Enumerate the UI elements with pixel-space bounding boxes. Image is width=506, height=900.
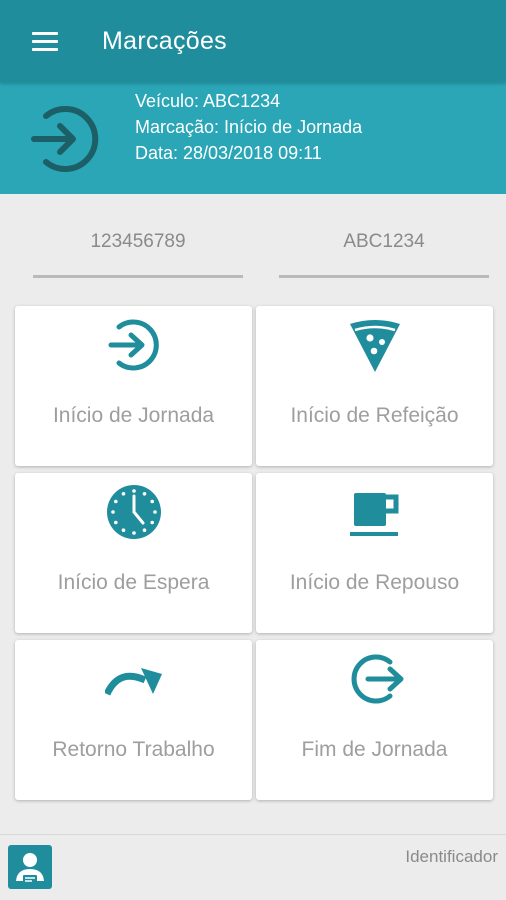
coffee-cup-icon: [349, 493, 398, 536]
footer-bar: Identificador: [0, 834, 506, 900]
clock-icon: [106, 485, 161, 539]
sign-out-icon: [351, 654, 403, 704]
action-inicio-repouso[interactable]: Início de Repouso: [256, 473, 493, 633]
menu-button[interactable]: [0, 0, 90, 82]
redo-arrow-icon: [104, 668, 162, 696]
action-label: Início de Refeição: [290, 404, 459, 427]
menu-icon: [32, 27, 58, 56]
sign-in-icon: [108, 319, 159, 371]
action-label: Início de Espera: [57, 571, 210, 594]
app-bar: Marcações: [0, 0, 506, 82]
pizza-icon: [349, 320, 400, 372]
main-content: 123456789 ABC1234 Início de Jornada Iníc…: [0, 194, 506, 834]
action-fim-jornada[interactable]: Fim de Jornada: [256, 640, 493, 800]
marking-info-panel: Veículo: ABC1234 Marcação: Início de Jor…: [0, 82, 506, 194]
action-label: Fim de Jornada: [301, 738, 448, 761]
identifier-label: Identificador: [405, 847, 498, 866]
user-id-icon: [16, 853, 44, 883]
action-inicio-refeicao[interactable]: Início de Refeição: [256, 306, 493, 466]
date-text: Data: 28/03/2018 09:11: [135, 143, 322, 163]
page-title: Marcações: [102, 26, 227, 55]
identifier-field[interactable]: 123456789: [33, 220, 243, 278]
marking-text: Marcação: Início de Jornada: [135, 117, 363, 137]
action-inicio-jornada[interactable]: Início de Jornada: [15, 306, 252, 466]
action-inicio-espera[interactable]: Início de Espera: [15, 473, 252, 633]
action-label: Início de Jornada: [52, 404, 215, 427]
vehicle-text: Veículo: ABC1234: [135, 91, 281, 111]
action-retorno-trabalho[interactable]: Retorno Trabalho: [15, 640, 252, 800]
vehicle-field[interactable]: ABC1234: [279, 220, 489, 278]
action-label: Início de Repouso: [289, 571, 460, 594]
sign-in-icon: [31, 106, 99, 172]
identifier-button[interactable]: [8, 845, 52, 889]
action-label: Retorno Trabalho: [52, 738, 215, 761]
